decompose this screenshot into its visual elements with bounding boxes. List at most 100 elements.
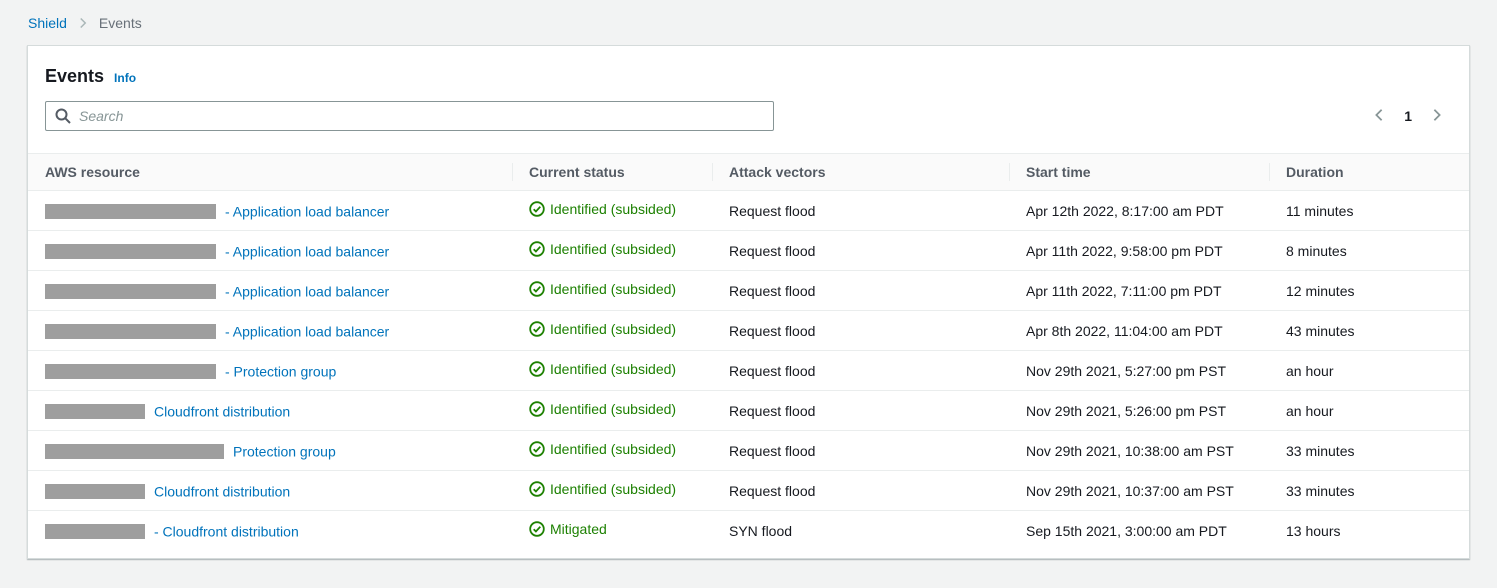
page-title: Events <box>45 66 104 87</box>
start-time-cell: Apr 8th 2022, 11:04:00 am PDT <box>1009 311 1269 351</box>
resource-link[interactable]: - Application load balancer <box>225 283 389 299</box>
duration-cell: 12 minutes <box>1269 271 1469 311</box>
duration-cell: 13 hours <box>1269 511 1469 551</box>
status-cell: Identified (subsided) <box>512 191 712 231</box>
redacted-resource-name <box>45 444 224 459</box>
events-table: AWS resource Current status Attack vecto… <box>28 153 1469 551</box>
duration-cell: an hour <box>1269 351 1469 391</box>
resource-cell: Cloudfront distribution <box>28 471 512 511</box>
check-circle-icon <box>529 401 545 417</box>
table-row: - Application load balancer Identified (… <box>28 191 1469 231</box>
chevron-left-icon <box>1372 108 1386 125</box>
duration-cell: 43 minutes <box>1269 311 1469 351</box>
resource-link[interactable]: Cloudfront distribution <box>154 403 290 419</box>
column-header-attack-vectors: Attack vectors <box>712 154 1009 191</box>
check-circle-icon <box>529 281 545 297</box>
redacted-resource-name <box>45 244 216 259</box>
duration-cell: 33 minutes <box>1269 471 1469 511</box>
start-time-cell: Apr 11th 2022, 9:58:00 pm PDT <box>1009 231 1269 271</box>
attack-vector-cell: Request flood <box>712 271 1009 311</box>
resource-cell: Cloudfront distribution <box>28 391 512 431</box>
next-page-button[interactable] <box>1426 104 1448 129</box>
start-time-cell: Apr 11th 2022, 7:11:00 pm PDT <box>1009 271 1269 311</box>
column-header-duration: Duration <box>1269 154 1469 191</box>
attack-vector-cell: Request flood <box>712 191 1009 231</box>
attack-vector-cell: Request flood <box>712 311 1009 351</box>
status-text: Identified (subsided) <box>550 481 676 497</box>
column-header-current-status: Current status <box>512 154 712 191</box>
table-toolbar: 1 <box>45 101 1452 131</box>
search-input[interactable] <box>45 101 774 131</box>
start-time-cell: Nov 29th 2021, 5:27:00 pm PST <box>1009 351 1269 391</box>
table-row: - Application load balancer Identified (… <box>28 231 1469 271</box>
resource-link[interactable]: - Application load balancer <box>225 243 389 259</box>
start-time-cell: Apr 12th 2022, 8:17:00 am PDT <box>1009 191 1269 231</box>
check-circle-icon <box>529 201 545 217</box>
attack-vector-cell: SYN flood <box>712 511 1009 551</box>
resource-link[interactable]: - Cloudfront distribution <box>154 523 299 539</box>
status-text: Mitigated <box>550 521 607 537</box>
breadcrumb: Shield Events <box>0 0 1497 31</box>
table-row: Cloudfront distribution Identified (subs… <box>28 391 1469 431</box>
resource-cell: - Application load balancer <box>28 311 512 351</box>
duration-cell: 8 minutes <box>1269 231 1469 271</box>
status-cell: Identified (subsided) <box>512 391 712 431</box>
chevron-right-icon <box>77 17 89 29</box>
duration-cell: 33 minutes <box>1269 431 1469 471</box>
status-cell: Identified (subsided) <box>512 351 712 391</box>
check-circle-icon <box>529 361 545 377</box>
attack-vector-cell: Request flood <box>712 471 1009 511</box>
redacted-resource-name <box>45 204 216 219</box>
table-row: - Application load balancer Identified (… <box>28 311 1469 351</box>
status-cell: Identified (subsided) <box>512 231 712 271</box>
table-header-row: AWS resource Current status Attack vecto… <box>28 154 1469 191</box>
search-box <box>45 101 774 131</box>
resource-cell: Protection group <box>28 431 512 471</box>
status-cell: Mitigated <box>512 511 712 551</box>
status-text: Identified (subsided) <box>550 241 676 257</box>
redacted-resource-name <box>45 364 216 379</box>
redacted-resource-name <box>45 404 145 419</box>
status-cell: Identified (subsided) <box>512 271 712 311</box>
breadcrumb-shield-link[interactable]: Shield <box>28 15 67 31</box>
status-cell: Identified (subsided) <box>512 431 712 471</box>
column-header-start-time: Start time <box>1009 154 1269 191</box>
redacted-resource-name <box>45 524 145 539</box>
status-text: Identified (subsided) <box>550 401 676 417</box>
previous-page-button[interactable] <box>1368 104 1390 129</box>
check-circle-icon <box>529 241 545 257</box>
status-cell: Identified (subsided) <box>512 471 712 511</box>
attack-vector-cell: Request flood <box>712 391 1009 431</box>
start-time-cell: Nov 29th 2021, 5:26:00 pm PST <box>1009 391 1269 431</box>
start-time-cell: Nov 29th 2021, 10:37:00 am PST <box>1009 471 1269 511</box>
resource-link[interactable]: Cloudfront distribution <box>154 483 290 499</box>
current-page-number[interactable]: 1 <box>1404 108 1412 124</box>
resource-link[interactable]: Protection group <box>233 443 336 459</box>
attack-vector-cell: Request flood <box>712 231 1009 271</box>
status-text: Identified (subsided) <box>550 361 676 377</box>
events-panel: Events Info 1 A <box>27 45 1470 559</box>
resource-cell: - Application load balancer <box>28 271 512 311</box>
attack-vector-cell: Request flood <box>712 351 1009 391</box>
redacted-resource-name <box>45 284 216 299</box>
chevron-right-icon <box>1430 108 1444 125</box>
resource-link[interactable]: - Application load balancer <box>225 323 389 339</box>
info-link[interactable]: Info <box>114 71 136 85</box>
resource-cell: - Cloudfront distribution <box>28 511 512 551</box>
resource-cell: - Application load balancer <box>28 191 512 231</box>
start-time-cell: Sep 15th 2021, 3:00:00 am PDT <box>1009 511 1269 551</box>
check-circle-icon <box>529 441 545 457</box>
status-text: Identified (subsided) <box>550 201 676 217</box>
redacted-resource-name <box>45 484 145 499</box>
panel-header: Events Info <box>28 46 1469 87</box>
start-time-cell: Nov 29th 2021, 10:38:00 am PST <box>1009 431 1269 471</box>
table-row: - Protection group Identified (subsided)… <box>28 351 1469 391</box>
status-text: Identified (subsided) <box>550 281 676 297</box>
duration-cell: 11 minutes <box>1269 191 1469 231</box>
check-circle-icon <box>529 321 545 337</box>
pagination: 1 <box>1368 104 1452 129</box>
resource-link[interactable]: - Protection group <box>225 363 336 379</box>
status-text: Identified (subsided) <box>550 441 676 457</box>
resource-link[interactable]: - Application load balancer <box>225 203 389 219</box>
check-circle-icon <box>529 521 545 537</box>
